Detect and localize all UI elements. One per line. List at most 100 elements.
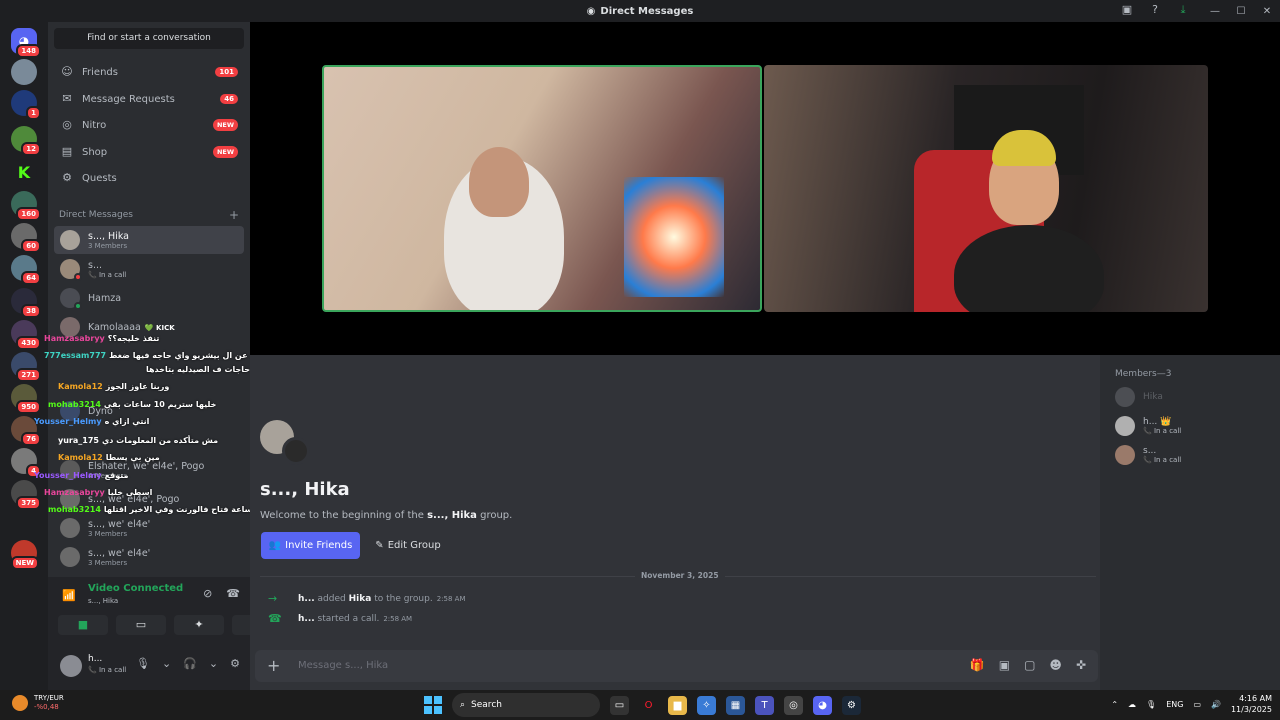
microphone-icon[interactable]: 🎙 <box>136 657 150 670</box>
chat-line: Yousser_Helmy متوقع <box>34 471 129 480</box>
avatar[interactable] <box>60 655 82 677</box>
main-content: s..., Hika Welcome to the beginning of t… <box>250 22 1280 690</box>
server-icon[interactable]: NEW <box>10 540 39 570</box>
shop-icon: ▤ <box>61 145 73 158</box>
teams-icon[interactable]: T <box>755 695 774 715</box>
find-conversation-button[interactable]: Find or start a conversation <box>54 28 244 49</box>
attach-plus-icon[interactable]: + <box>267 656 280 675</box>
pencil-icon: ✎ <box>375 540 384 551</box>
screen-share-button[interactable]: ▭ <box>116 615 166 635</box>
create-dm-button[interactable]: + <box>229 208 239 222</box>
store-icon[interactable]: ▦ <box>726 695 745 715</box>
discord-taskbar-icon[interactable]: ◕ <box>813 695 832 715</box>
message-input[interactable]: Message s..., Hika <box>298 660 388 671</box>
server-icon[interactable]: 38 <box>11 288 41 318</box>
sticker-icon[interactable]: ▢ <box>1024 658 1035 672</box>
headphones-icon[interactable]: 🎧 <box>183 657 197 670</box>
edit-group-button[interactable]: ✎ Edit Group <box>368 532 448 559</box>
member-item[interactable]: s... 📞 In a call <box>1115 445 1181 465</box>
close-button[interactable]: ✕ <box>1254 6 1280 17</box>
dm-section-header: Direct Messages + <box>59 208 239 222</box>
opera-icon[interactable]: O <box>639 696 658 715</box>
voice-status: Video Connected <box>88 583 184 594</box>
kick-server-icon[interactable]: K <box>11 159 37 185</box>
system-message: → h... added Hika to the group. 2:58 AM <box>268 592 466 605</box>
download-icon[interactable]: ⤓ <box>1176 3 1190 17</box>
kick-badge: 💚 KICK <box>144 323 175 332</box>
activity-button[interactable]: ✦ <box>174 615 224 635</box>
message-composer[interactable]: + Message s..., Hika 🎁 ▣ ▢ ☻ ✜ <box>255 650 1098 682</box>
dm-item[interactable]: s..., we' el4e' 3 Members <box>54 543 244 571</box>
voice-channel[interactable]: s..., Hika <box>88 597 118 605</box>
windows-start-icon[interactable] <box>424 696 442 714</box>
dm-item-group[interactable]: s..., Hika 3 Members <box>54 226 244 254</box>
new-badge: NEW <box>212 146 238 158</box>
steam-icon[interactable]: ⚙ <box>842 695 861 715</box>
video-tile-1[interactable] <box>322 65 762 312</box>
new-badge: NEW <box>212 119 238 131</box>
nitro-icon: ◎ <box>62 118 72 131</box>
widget-ticker[interactable]: TRY/EUR -%0,48 <box>12 694 64 712</box>
server-icon[interactable]: 1 <box>11 90 41 120</box>
taskbar-search[interactable]: ⌕ Search <box>452 693 600 717</box>
group-welcome: Welcome to the beginning of the s..., Hi… <box>260 510 513 521</box>
chevron-down-icon[interactable]: ⌄ <box>209 657 218 670</box>
copilot-icon[interactable]: ✧ <box>697 695 716 715</box>
server-icon[interactable]: 60 <box>11 223 41 253</box>
invite-friends-button[interactable]: 👥 Invite Friends <box>261 532 360 559</box>
maximize-button[interactable]: ☐ <box>1228 6 1254 17</box>
nav-shop[interactable]: ▤ Shop NEW <box>54 140 244 164</box>
language-indicator[interactable]: ENG <box>1166 700 1183 709</box>
add-user-icon: 👥 <box>268 540 282 551</box>
windows-taskbar: TRY/EUR -%0,48 ⌕ Search ▭ O ▆ ✧ ▦ T ◎ ◕ ⚙ … <box>0 690 1280 720</box>
dm-item[interactable]: s... 📞 In a call <box>54 255 244 283</box>
server-icon[interactable]: 430 <box>11 320 41 350</box>
noise-suppression-icon[interactable]: ⊘ <box>203 587 212 600</box>
arrow-right-icon: → <box>268 592 278 605</box>
video-tile-2[interactable] <box>764 65 1208 312</box>
avatar <box>60 230 80 250</box>
disconnect-icon[interactable]: ☎ <box>226 587 240 600</box>
member-item[interactable]: Hika <box>1115 387 1163 407</box>
inbox-icon[interactable]: ▣ <box>1120 3 1134 17</box>
server-icon[interactable] <box>11 59 37 85</box>
emoji-icon[interactable]: ☻ <box>1049 658 1062 672</box>
date-divider-label: November 3, 2025 <box>635 571 725 580</box>
person-body <box>954 225 1104 312</box>
server-icon[interactable]: 12 <box>11 126 41 156</box>
dm-item[interactable]: Hamza <box>54 284 244 312</box>
member-item[interactable]: h... 👑 📞 In a call <box>1115 416 1181 436</box>
nav-message-requests[interactable]: ✉ Message Requests 46 <box>54 87 244 111</box>
chevron-down-icon[interactable]: ⌄ <box>162 657 171 670</box>
camera-button[interactable]: ■ <box>58 615 108 635</box>
server-icon[interactable]: 64 <box>11 255 41 285</box>
apps-icon[interactable]: ✜ <box>1076 658 1086 672</box>
window-title: ◉ Direct Messages <box>586 5 694 17</box>
settings-gear-icon[interactable]: ⚙ <box>230 657 240 670</box>
clock[interactable]: 4:16 AM 11/3/2025 <box>1231 693 1272 715</box>
home-button[interactable]: ◕ 148 <box>11 28 41 58</box>
quests-icon: ⚙ <box>62 171 72 184</box>
gift-icon[interactable]: 🎁 <box>970 658 985 672</box>
volume-icon[interactable]: 🔊 <box>1211 700 1221 709</box>
help-icon[interactable]: ? <box>1148 3 1162 17</box>
chat-line: Yousser_Helmy انتي ازاي ه <box>34 417 150 426</box>
task-view-icon[interactable]: ▭ <box>610 695 629 715</box>
member-list: Members—3 Hika h... 👑 📞 In a call s... 📞 I… <box>1100 355 1280 690</box>
nav-quests[interactable]: ⚙ Quests <box>54 166 244 190</box>
server-icon[interactable]: 160 <box>11 191 41 221</box>
username: h... <box>88 654 103 664</box>
file-explorer-icon[interactable]: ▆ <box>668 695 687 715</box>
chrome-icon[interactable]: ◎ <box>784 695 803 715</box>
search-icon: ⌕ <box>460 700 466 710</box>
gif-icon[interactable]: ▣ <box>999 658 1010 672</box>
nav-nitro[interactable]: ◎ Nitro NEW <box>54 113 244 137</box>
requests-count-badge: 46 <box>220 94 238 104</box>
taskbar-center: ⌕ Search ▭ O ▆ ✧ ▦ T ◎ ◕ ⚙ <box>424 693 861 717</box>
display-icon[interactable]: ▭ <box>1193 700 1201 709</box>
microphone-icon[interactable]: 🎙 <box>1146 700 1156 709</box>
nav-friends[interactable]: ☺ Friends 101 <box>54 60 244 84</box>
minimize-button[interactable]: — <box>1202 6 1228 17</box>
chevron-up-icon[interactable]: ⌃ <box>1111 700 1118 709</box>
onedrive-icon[interactable]: ☁ <box>1128 700 1136 709</box>
